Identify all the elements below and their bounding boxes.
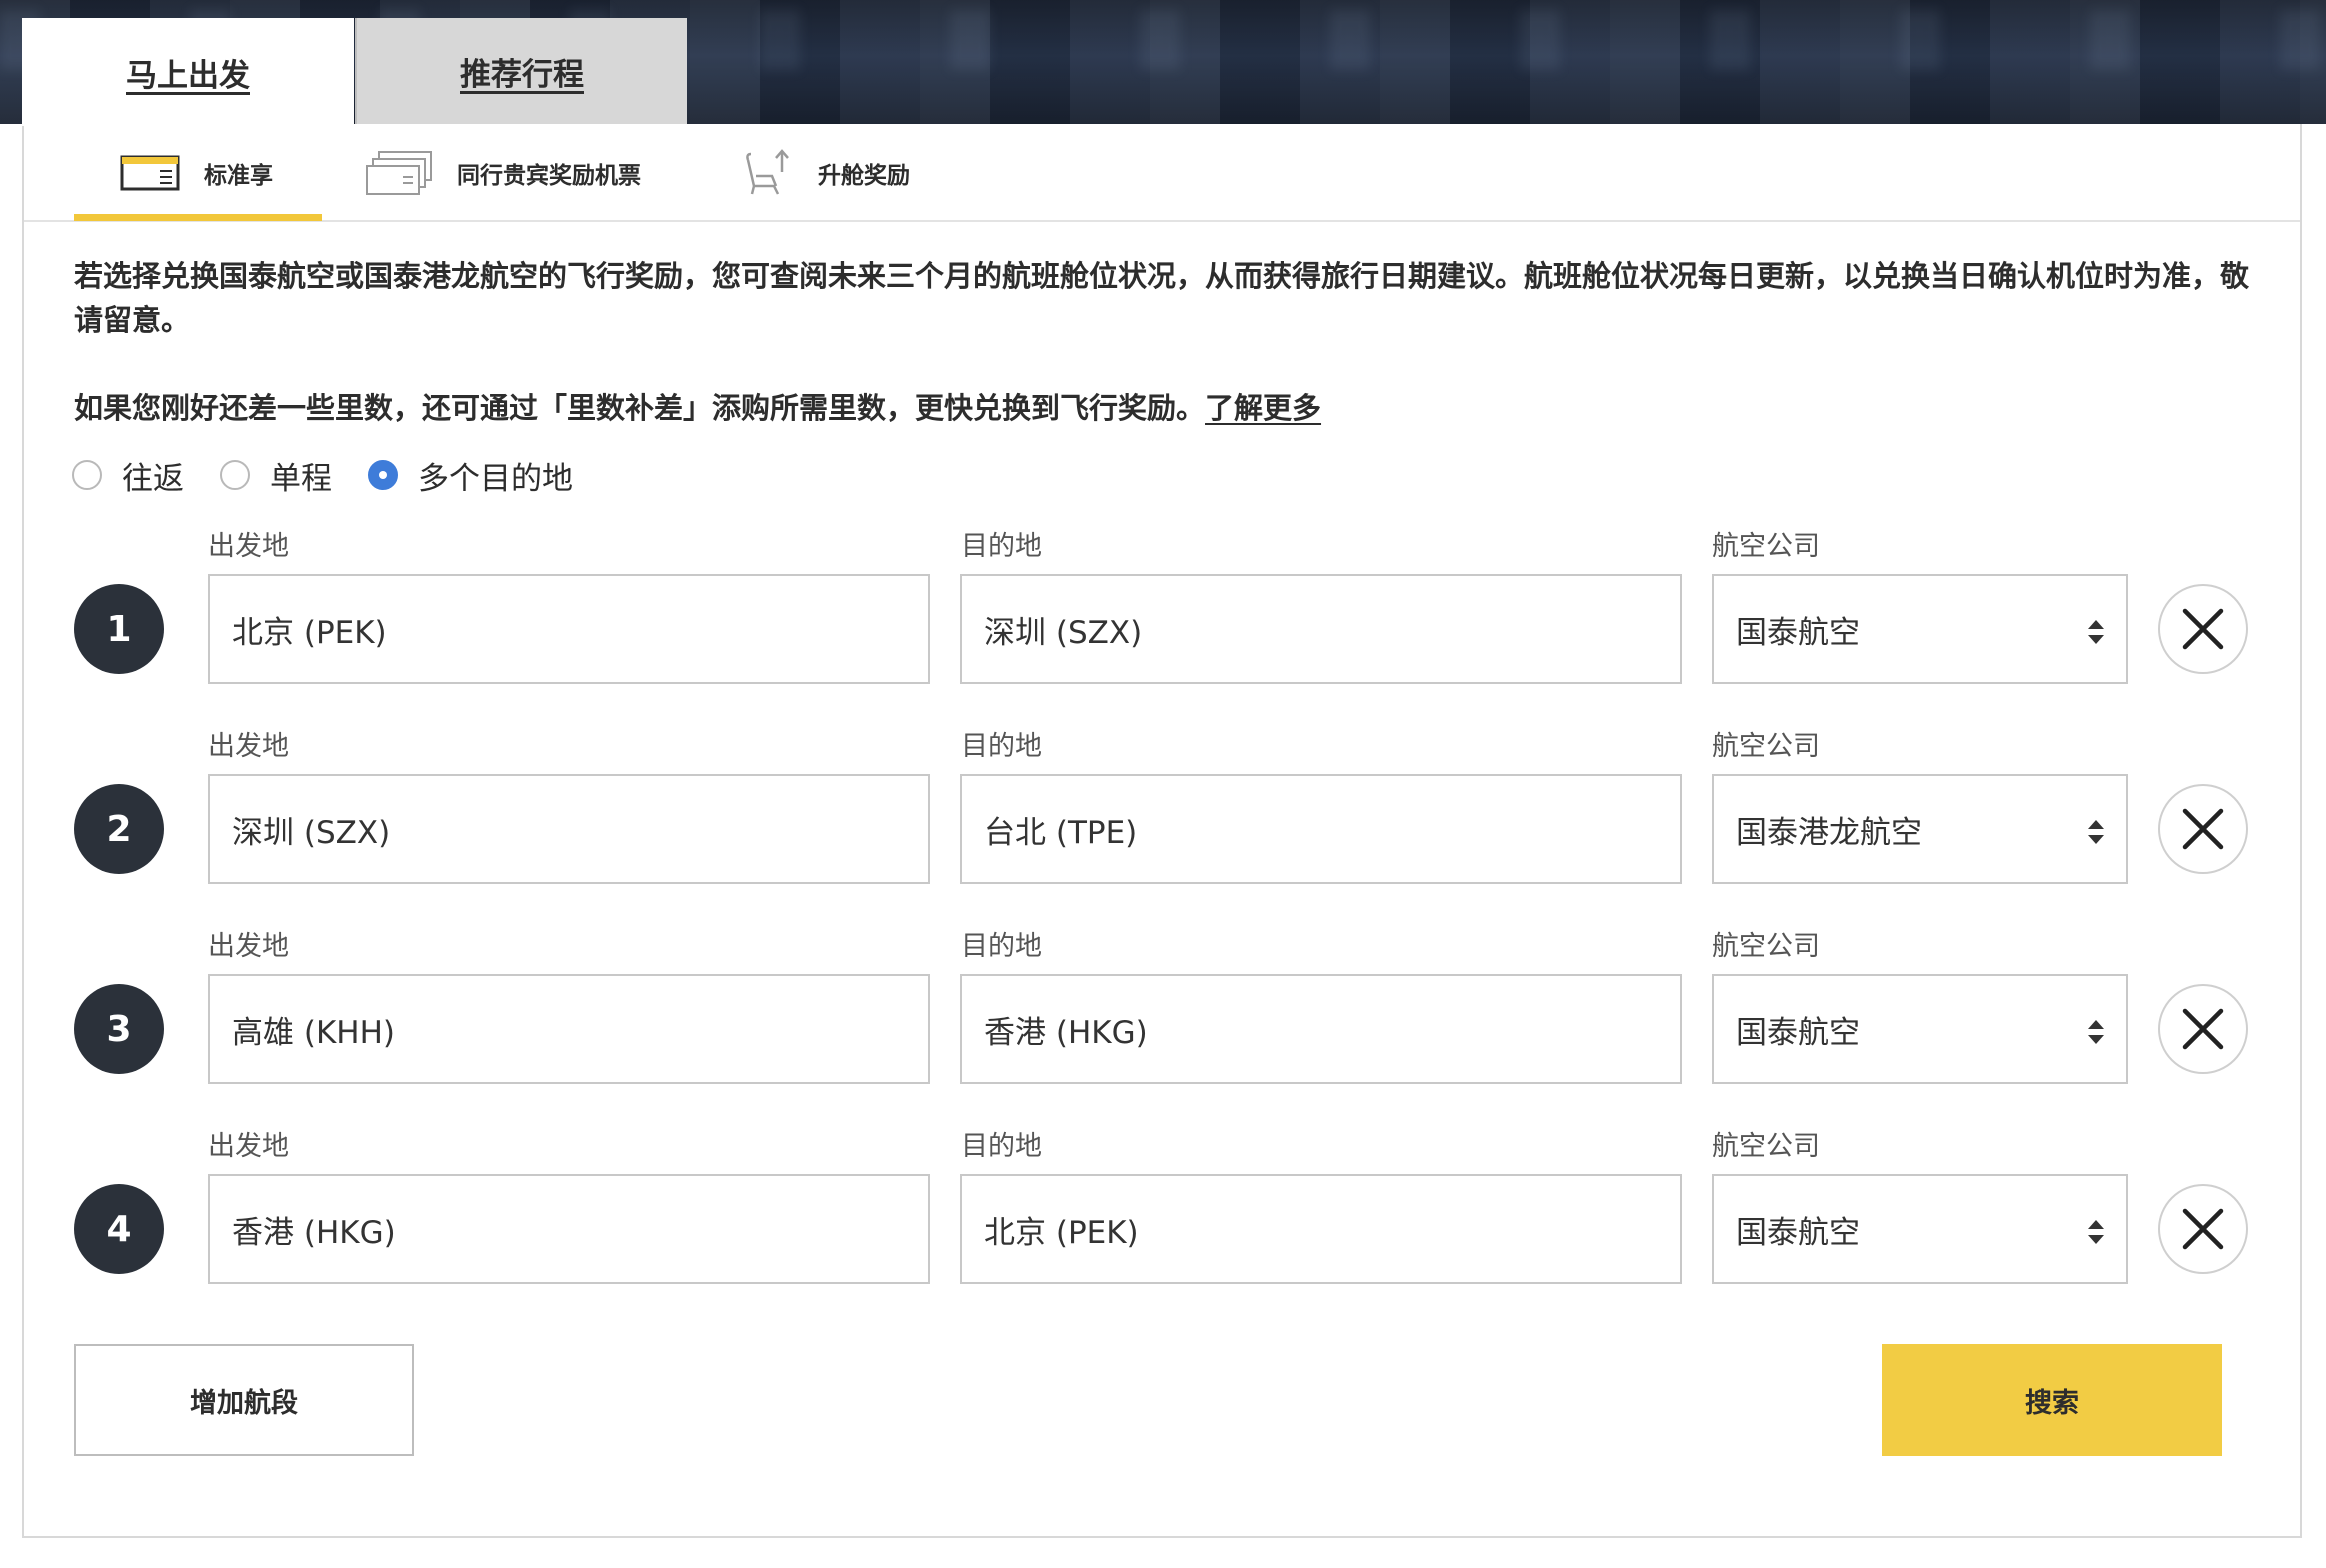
companion-tickets-icon bbox=[365, 150, 435, 196]
airline-select[interactable]: 国泰港龙航空 bbox=[1712, 774, 2128, 884]
airline-label: 航空公司 bbox=[1712, 531, 1820, 562]
origin-input[interactable]: 高雄 (KHH) bbox=[208, 974, 930, 1084]
remove-segment-button[interactable] bbox=[2158, 784, 2248, 874]
airline-select-value: 国泰航空 bbox=[1736, 1014, 1860, 1051]
select-arrows-icon bbox=[2088, 1020, 2104, 1044]
radio-one-way[interactable] bbox=[220, 460, 250, 490]
select-arrows-icon bbox=[2088, 620, 2104, 644]
learn-more-link[interactable]: 了解更多 bbox=[1205, 391, 1321, 425]
origin-input[interactable]: 香港 (HKG) bbox=[208, 1174, 930, 1284]
top-up-info-text: 如果您刚好还差一些里数，还可通过「里数补差」添购所需里数，更快兑换到飞行奖励。 bbox=[74, 391, 1206, 425]
origin-input[interactable]: 北京 (PEK) bbox=[208, 574, 930, 684]
tab-recommended-trips[interactable]: 推荐行程 bbox=[355, 18, 687, 124]
add-segment-button[interactable]: 增加航段 bbox=[74, 1344, 414, 1456]
radio-one-way-label[interactable]: 单程 bbox=[270, 453, 332, 498]
destination-input[interactable]: 深圳 (SZX) bbox=[960, 574, 1682, 684]
destination-input[interactable]: 北京 (PEK) bbox=[960, 1174, 1682, 1284]
trip-type-selector: 往返 单程 多个目的地 bbox=[72, 452, 609, 498]
segment-number-badge: 4 bbox=[74, 1184, 164, 1274]
segment-number-badge: 3 bbox=[74, 984, 164, 1074]
subtab-standard[interactable]: 标准享 bbox=[120, 124, 273, 222]
remove-segment-button[interactable] bbox=[2158, 984, 2248, 1074]
destination-label: 目的地 bbox=[961, 731, 1042, 762]
subtab-divider bbox=[24, 220, 2300, 222]
subtab-standard-label: 标准享 bbox=[204, 163, 273, 189]
airline-select-value: 国泰航空 bbox=[1736, 1214, 1860, 1251]
destination-input[interactable]: 香港 (HKG) bbox=[960, 974, 1682, 1084]
airline-select[interactable]: 国泰航空 bbox=[1712, 574, 2128, 684]
select-arrows-icon bbox=[2088, 820, 2104, 844]
subtab-upgrade[interactable]: 升舱奖励 bbox=[742, 124, 910, 222]
origin-label: 出发地 bbox=[208, 731, 289, 762]
destination-label: 目的地 bbox=[961, 531, 1042, 562]
close-icon bbox=[2182, 1208, 2224, 1250]
subtab-companion-tickets[interactable]: 同行贵宾奖励机票 bbox=[365, 124, 641, 222]
segment-number-badge: 1 bbox=[74, 584, 164, 674]
top-up-info: 如果您刚好还差一些里数，还可通过「里数补差」添购所需里数，更快兑换到飞行奖励。了… bbox=[74, 386, 2274, 430]
close-icon bbox=[2182, 608, 2224, 650]
origin-input[interactable]: 深圳 (SZX) bbox=[208, 774, 930, 884]
destination-input[interactable]: 台北 (TPE) bbox=[960, 774, 1682, 884]
remove-segment-button[interactable] bbox=[2158, 584, 2248, 674]
select-arrows-icon bbox=[2088, 1220, 2104, 1244]
origin-label: 出发地 bbox=[208, 531, 289, 562]
destination-label: 目的地 bbox=[961, 1131, 1042, 1162]
search-button[interactable]: 搜索 bbox=[1882, 1344, 2222, 1456]
subtab-upgrade-label: 升舱奖励 bbox=[818, 163, 910, 189]
close-icon bbox=[2182, 808, 2224, 850]
airline-select[interactable]: 国泰航空 bbox=[1712, 974, 2128, 1084]
seat-upgrade-icon bbox=[742, 146, 796, 200]
segment-number-badge: 2 bbox=[74, 784, 164, 874]
origin-label: 出发地 bbox=[208, 1131, 289, 1162]
airline-label: 航空公司 bbox=[1712, 731, 1820, 762]
remove-segment-button[interactable] bbox=[2158, 1184, 2248, 1274]
close-icon bbox=[2182, 1008, 2224, 1050]
airline-select[interactable]: 国泰航空 bbox=[1712, 1174, 2128, 1284]
airline-label: 航空公司 bbox=[1712, 931, 1820, 962]
radio-round-trip-label[interactable]: 往返 bbox=[122, 453, 184, 498]
destination-label: 目的地 bbox=[961, 931, 1042, 962]
radio-multi-city-label[interactable]: 多个目的地 bbox=[418, 453, 573, 498]
origin-label: 出发地 bbox=[208, 931, 289, 962]
airline-select-value: 国泰航空 bbox=[1736, 614, 1860, 651]
subtab-companion-tickets-label: 同行贵宾奖励机票 bbox=[457, 163, 641, 189]
subtab-active-indicator bbox=[74, 214, 322, 221]
airline-select-value: 国泰港龙航空 bbox=[1736, 814, 1922, 851]
award-info-text: 若选择兑换国泰航空或国泰港龙航空的飞行奖励，您可查阅未来三个月的航班舱位状况，从… bbox=[74, 259, 2250, 337]
radio-multi-city[interactable] bbox=[368, 460, 398, 490]
airline-label: 航空公司 bbox=[1712, 1131, 1820, 1162]
radio-round-trip[interactable] bbox=[72, 460, 102, 490]
standard-ticket-icon bbox=[120, 153, 182, 193]
tab-depart-now[interactable]: 马上出发 bbox=[22, 18, 354, 126]
